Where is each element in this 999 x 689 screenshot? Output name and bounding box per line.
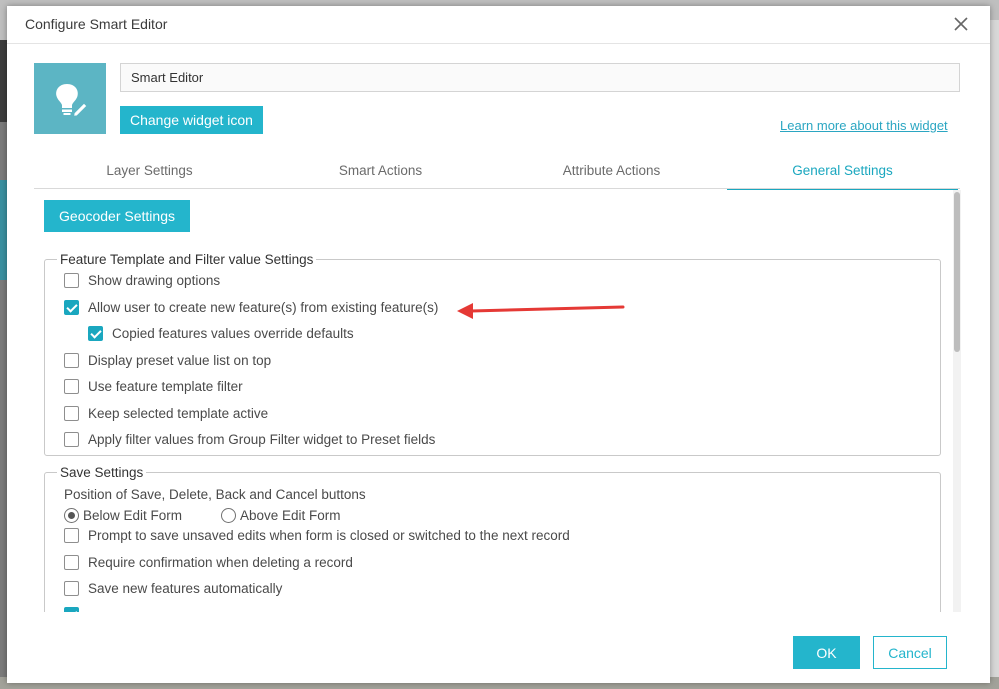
radio-label: Below Edit Form: [83, 508, 183, 523]
scrollbar-thumb[interactable]: [954, 192, 960, 352]
checkbox-checked[interactable]: [64, 300, 79, 315]
ok-button[interactable]: OK: [793, 636, 860, 669]
annotation-arrow-icon: [457, 303, 625, 319]
tab-layer-settings[interactable]: Layer Settings: [34, 158, 265, 190]
option-allow-create-from-existing[interactable]: Allow user to create new feature(s) from…: [64, 300, 438, 315]
checkbox[interactable]: [64, 406, 79, 421]
tab-smart-actions[interactable]: Smart Actions: [265, 158, 496, 190]
checkbox[interactable]: [64, 432, 79, 447]
option-label: Save new features automatically: [88, 581, 283, 596]
option-label: Show drawing options: [88, 273, 221, 288]
checkbox[interactable]: [64, 581, 79, 596]
configure-dialog: Configure Smart Editor Change widget ico…: [7, 6, 990, 683]
radio-above-edit-form[interactable]: Above Edit Form: [221, 508, 341, 523]
tabs-divider: [34, 188, 960, 189]
dialog-title: Configure Smart Editor: [25, 16, 168, 32]
option-label: Copied features values override defaults: [112, 326, 354, 341]
feature-template-legend: Feature Template and Filter value Settin…: [60, 252, 314, 267]
option-template-filter[interactable]: Use feature template filter: [64, 379, 243, 394]
option-label: Allow user to create new feature(s) from…: [88, 300, 439, 315]
option-label: Display preset value list on top: [88, 353, 272, 368]
radio-selected[interactable]: [64, 508, 79, 523]
option-group-filter-preset[interactable]: Apply filter values from Group Filter wi…: [64, 432, 435, 447]
option-label: Require confirmation when deleting a rec…: [88, 555, 353, 570]
lightbulb-pencil-icon: [56, 83, 88, 117]
tab-general-settings[interactable]: General Settings: [727, 158, 958, 190]
checkbox[interactable]: [64, 555, 79, 570]
close-icon[interactable]: [951, 14, 971, 34]
checkbox[interactable]: [64, 353, 79, 368]
option-save-automatically[interactable]: Save new features automatically: [64, 581, 282, 596]
option-label: Keep selected template active: [88, 406, 269, 421]
option-copied-values-override[interactable]: Copied features values override defaults: [88, 326, 354, 341]
background-right-panel: [990, 20, 999, 689]
radio-label: Above Edit Form: [240, 508, 341, 523]
learn-more-link[interactable]: Learn more about this widget: [780, 118, 948, 133]
settings-tabs: Layer Settings Smart Actions Attribute A…: [34, 158, 960, 190]
option-label: Use feature template filter: [88, 379, 243, 394]
option-prompt-unsaved[interactable]: Prompt to save unsaved edits when form i…: [64, 528, 570, 543]
checkbox-checked[interactable]: [88, 326, 103, 341]
change-widget-icon-button[interactable]: Change widget icon: [120, 106, 263, 134]
option-label: Apply filter values from Group Filter wi…: [88, 432, 436, 447]
checkbox[interactable]: [64, 379, 79, 394]
scroll-clip: [34, 612, 954, 632]
option-show-drawing[interactable]: Show drawing options: [64, 273, 220, 288]
cancel-button[interactable]: Cancel: [873, 636, 947, 669]
radio[interactable]: [221, 508, 236, 523]
option-label: Prompt to save unsaved edits when form i…: [88, 528, 570, 543]
background-side-panel: [0, 180, 7, 280]
checkbox[interactable]: [64, 273, 79, 288]
button-position-label: Position of Save, Delete, Back and Cance…: [64, 487, 366, 502]
geocoder-settings-button[interactable]: Geocoder Settings: [44, 200, 190, 232]
widget-icon-preview: [34, 63, 106, 134]
title-divider: [7, 43, 990, 44]
option-confirm-delete[interactable]: Require confirmation when deleting a rec…: [64, 555, 353, 570]
tab-attribute-actions[interactable]: Attribute Actions: [496, 158, 727, 190]
checkbox[interactable]: [64, 528, 79, 543]
radio-below-edit-form[interactable]: Below Edit Form: [64, 508, 182, 523]
save-settings-legend: Save Settings: [60, 465, 144, 480]
option-keep-template-active[interactable]: Keep selected template active: [64, 406, 268, 421]
widget-name-input[interactable]: [120, 63, 960, 92]
option-preset-list-top[interactable]: Display preset value list on top: [64, 353, 271, 368]
